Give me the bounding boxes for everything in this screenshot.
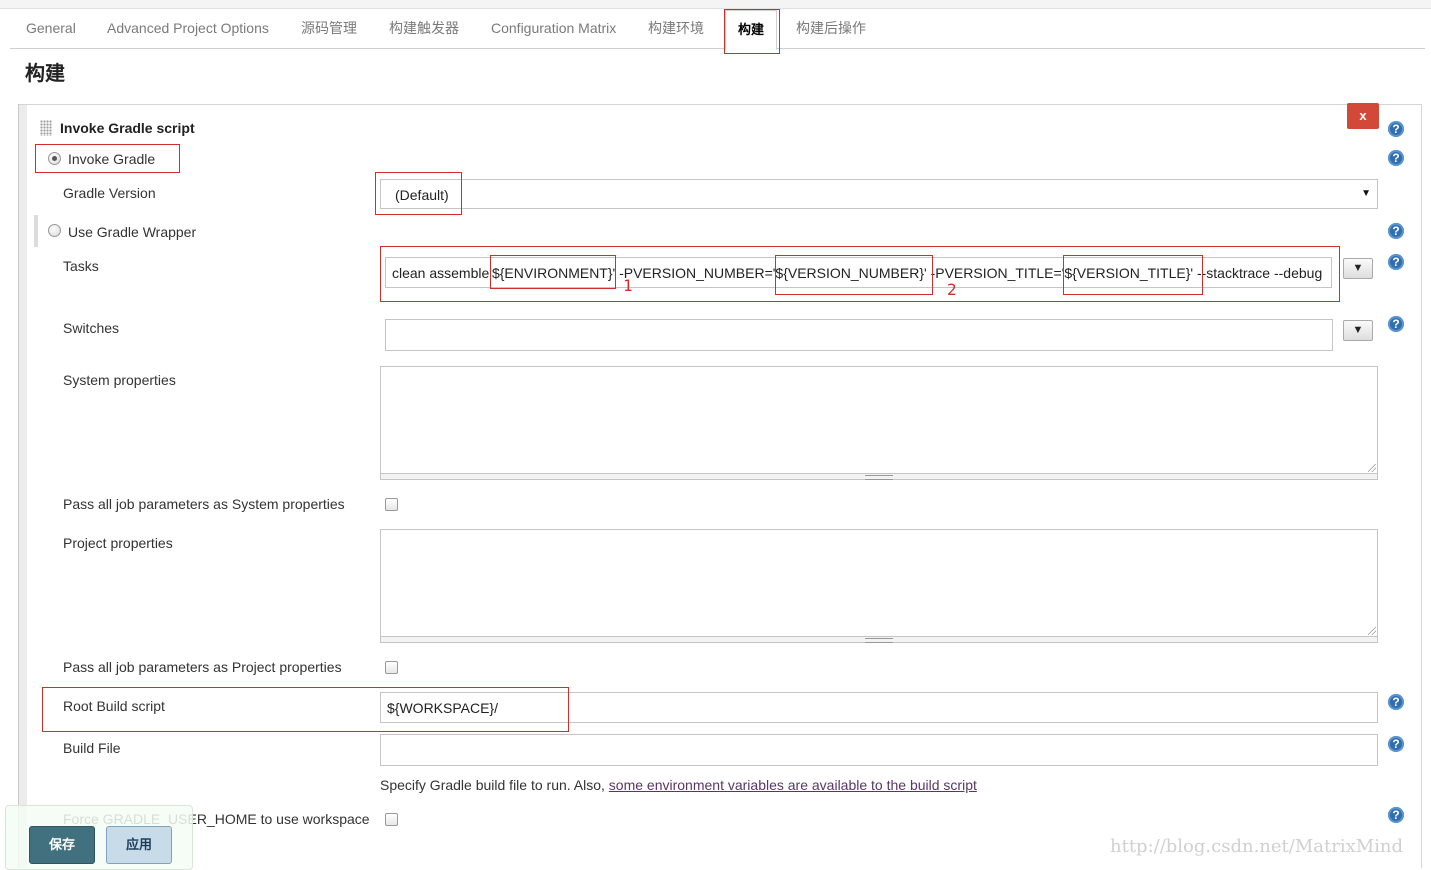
system-properties-expander[interactable] [380,474,1378,480]
annotation-number-2: 2 [947,280,957,299]
build-file-hint-text: Specify Gradle build file to run. Also, [380,777,609,793]
watermark: http://blog.csdn.net/MatrixMind [1110,836,1404,857]
use-gradle-wrapper-radio[interactable] [48,224,61,237]
help-icon[interactable]: ? [1388,736,1404,752]
build-file-input[interactable] [380,734,1378,766]
help-icon[interactable]: ? [1388,150,1404,166]
panel-side-band [19,105,27,868]
annotation-box-invoke-gradle [35,144,180,173]
help-icon[interactable]: ? [1388,316,1404,332]
grip-icon [865,638,893,643]
pass-project-properties-checkbox[interactable] [385,661,398,674]
pass-system-properties-checkbox[interactable] [385,498,398,511]
annotation-number-1: 1 [623,276,633,295]
project-properties-textarea[interactable] [380,529,1378,637]
annotation-box-version-title [1063,255,1203,295]
gradle-version-label: Gradle Version [63,185,156,201]
build-file-label: Build File [63,740,121,756]
apply-button[interactable]: 应用 [106,826,172,864]
annotation-box-build-tab [724,9,780,54]
delete-step-button[interactable]: x [1347,103,1379,129]
project-properties-label: Project properties [63,535,173,551]
tab-configuration-matrix[interactable]: Configuration Matrix [491,8,616,48]
force-gradle-user-home-checkbox[interactable] [385,813,398,826]
pass-system-properties-label: Pass all job parameters as System proper… [63,496,345,512]
tasks-label: Tasks [63,258,99,274]
tab-build-environment[interactable]: 构建环境 [648,8,704,48]
annotation-box-environment [490,255,616,289]
section-title: 构建 [25,63,65,85]
system-properties-textarea[interactable] [380,366,1378,474]
save-button[interactable]: 保存 [29,826,95,864]
panel-border-right [1421,104,1422,868]
drag-handle-icon[interactable] [40,120,52,136]
resize-handle-icon[interactable] [1368,627,1376,635]
help-icon[interactable]: ? [1388,121,1404,137]
annotation-box-root-build-script [42,687,569,732]
tab-build-triggers[interactable]: 构建触发器 [389,8,459,48]
build-file-hint: Specify Gradle build file to run. Also, … [380,777,977,793]
config-tab-bar: General Advanced Project Options 源码管理 构建… [10,8,1425,50]
environment-variables-link[interactable]: some environment variables are available… [609,777,977,793]
switches-expand-button[interactable]: ▼ [1343,320,1373,341]
annotation-box-gradle-version [375,172,462,215]
resize-handle-icon[interactable] [1368,464,1376,472]
tab-post-build-actions[interactable]: 构建后操作 [796,8,866,48]
tasks-expand-button[interactable]: ▼ [1343,258,1373,279]
wrapper-indicator-band [34,215,38,247]
project-properties-expander[interactable] [380,637,1378,643]
pass-project-properties-label: Pass all job parameters as Project prope… [63,659,342,675]
annotation-box-version-number [775,255,933,295]
system-properties-label: System properties [63,372,176,388]
tab-advanced-project-options[interactable]: Advanced Project Options [107,8,269,48]
tab-general[interactable]: General [26,8,76,48]
switches-label: Switches [63,320,120,336]
dropdown-arrow-icon: ▼ [1361,188,1371,199]
help-icon[interactable]: ? [1388,223,1404,239]
help-icon[interactable]: ? [1388,254,1404,270]
switches-input[interactable] [385,319,1333,351]
gradle-version-select[interactable]: (Default) ▼ [380,179,1378,209]
help-icon[interactable]: ? [1388,694,1404,710]
panel-border-top [18,104,1422,105]
grip-icon [865,475,893,480]
use-gradle-wrapper-label: Use Gradle Wrapper [68,224,197,240]
step-title: Invoke Gradle script [60,120,195,136]
tab-source-management[interactable]: 源码管理 [301,8,357,48]
help-icon[interactable]: ? [1388,807,1404,823]
